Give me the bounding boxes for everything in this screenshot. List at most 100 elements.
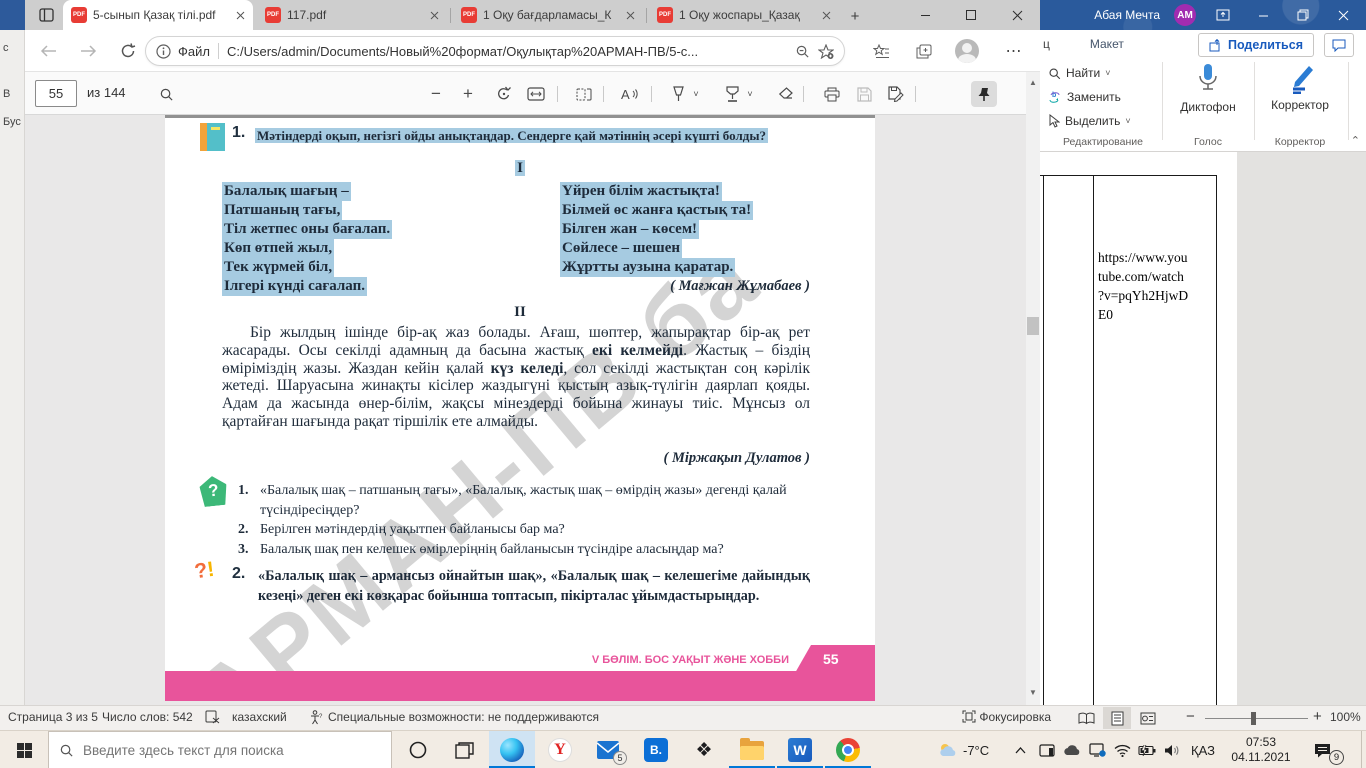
- show-desktop-button[interactable]: [1361, 731, 1366, 768]
- tray-wifi-icon[interactable]: [1111, 731, 1133, 768]
- proofing-error-icon[interactable]: [205, 710, 220, 724]
- select-button[interactable]: Выделить ˅: [1048, 114, 1131, 128]
- collapse-ribbon-button[interactable]: ⌃: [1351, 134, 1360, 147]
- settings-menu-button[interactable]: ⋯: [1000, 38, 1028, 64]
- search-input[interactable]: [83, 742, 363, 758]
- dictate-button[interactable]: Диктофон: [1166, 62, 1250, 136]
- highlight-options-chevron[interactable]: ˅: [742, 81, 758, 107]
- pdf-zoom-in-button[interactable]: +: [455, 81, 481, 107]
- tray-tablet-icon[interactable]: [1036, 731, 1058, 768]
- read-aloud-button[interactable]: A: [617, 81, 643, 107]
- clock[interactable]: 07:53 04.11.2021: [1226, 735, 1296, 765]
- start-button[interactable]: [0, 731, 48, 768]
- page-number-input[interactable]: [35, 80, 77, 107]
- status-language[interactable]: казахский: [232, 710, 287, 724]
- page-view-button[interactable]: [571, 81, 597, 107]
- tab[interactable]: PDF 117.pdf: [257, 0, 447, 30]
- find-button[interactable]: Найти ˅: [1048, 66, 1111, 80]
- refresh-button[interactable]: [115, 39, 141, 63]
- ribbon-display-options-button[interactable]: [1210, 4, 1236, 26]
- collections-button[interactable]: [910, 38, 938, 64]
- tab-close-icon[interactable]: [822, 11, 831, 20]
- profile-avatar[interactable]: [953, 38, 981, 64]
- rotate-button[interactable]: [491, 81, 517, 107]
- comments-button[interactable]: [1324, 33, 1354, 57]
- tab-active[interactable]: PDF 5-сынып Қазақ тілі.pdf: [63, 0, 253, 30]
- print-layout-button[interactable]: [1103, 707, 1131, 729]
- tab-actions-menu-button[interactable]: [33, 4, 59, 26]
- taskbar-yandex[interactable]: Y: [537, 731, 583, 768]
- info-icon[interactable]: [156, 43, 171, 59]
- address-scheme-label[interactable]: Файл: [178, 44, 210, 59]
- word-avatar[interactable]: AM: [1174, 4, 1196, 26]
- action-center-button[interactable]: 9: [1308, 731, 1344, 768]
- zoom-indicator-icon[interactable]: [795, 44, 810, 59]
- tab-close-icon[interactable]: [626, 11, 635, 20]
- task-view-button[interactable]: [441, 731, 487, 768]
- print-button[interactable]: [819, 81, 845, 107]
- draw-options-chevron[interactable]: ˅: [688, 81, 704, 107]
- status-page-info[interactable]: Страница 3 из 5: [8, 710, 98, 724]
- taskbar-dropbox[interactable]: ❖: [681, 731, 727, 768]
- word-document-page[interactable]: [1040, 152, 1237, 705]
- taskbar-chrome[interactable]: [825, 731, 871, 768]
- fit-to-width-button[interactable]: [523, 81, 549, 107]
- editor-button[interactable]: Корректор: [1258, 62, 1342, 136]
- word-close-button[interactable]: [1330, 4, 1356, 26]
- read-mode-button[interactable]: [1072, 707, 1100, 729]
- tray-expand-button[interactable]: [1010, 731, 1030, 768]
- scroll-up-icon[interactable]: ▲: [1026, 78, 1040, 87]
- add-favorite-icon[interactable]: [818, 43, 834, 59]
- edge-close-button[interactable]: [994, 0, 1040, 30]
- tray-display-icon[interactable]: [1086, 731, 1108, 768]
- web-layout-button[interactable]: [1134, 707, 1162, 729]
- word-minimize-button[interactable]: [1250, 4, 1276, 26]
- status-word-count[interactable]: Число слов: 542: [102, 710, 193, 724]
- zoom-slider-track[interactable]: [1205, 718, 1308, 719]
- share-button[interactable]: Поделиться: [1197, 33, 1314, 57]
- taskbar-explorer[interactable]: [729, 731, 775, 768]
- edge-minimize-button[interactable]: [902, 0, 948, 30]
- replace-button[interactable]: b Заменить: [1048, 90, 1121, 104]
- favorites-button[interactable]: [867, 38, 895, 64]
- new-tab-button[interactable]: +: [843, 5, 867, 27]
- focus-mode-button[interactable]: Фокусировка: [962, 710, 1051, 724]
- taskbar-word[interactable]: W: [777, 731, 823, 768]
- zoom-slider-thumb[interactable]: [1251, 712, 1256, 725]
- taskbar-edge[interactable]: [489, 731, 535, 768]
- language-indicator[interactable]: ҚАЗ: [1186, 731, 1220, 768]
- forward-button[interactable]: [75, 39, 101, 63]
- zoom-out-button[interactable]: −: [1186, 708, 1195, 725]
- cortana-button[interactable]: [395, 731, 441, 768]
- pdf-scrollbar[interactable]: ▲ ▼: [1026, 72, 1040, 705]
- tab-close-icon[interactable]: [430, 11, 439, 20]
- weather-widget[interactable]: -7°C: [938, 731, 989, 768]
- address-bar[interactable]: Файл C:/Users/admin/Documents/Новый%20фо…: [145, 36, 845, 66]
- back-button[interactable]: [35, 39, 61, 63]
- erase-button[interactable]: [773, 81, 799, 107]
- pdf-viewer[interactable]: АРМАН-ПВ ба 1. Мәтіндерді оқып, негізгі …: [25, 115, 1026, 705]
- tab[interactable]: PDF 1 Оқу жоспары_Қазақ: [649, 0, 839, 30]
- taskbar-mail[interactable]: 5: [585, 731, 631, 768]
- taskbar-vk[interactable]: B.: [633, 731, 679, 768]
- tab-layout[interactable]: Макет: [1090, 37, 1124, 51]
- scrollbar-thumb[interactable]: [1027, 317, 1039, 335]
- ribbon-tab-partial[interactable]: ц: [1043, 37, 1050, 51]
- tray-battery-icon[interactable]: [1136, 731, 1158, 768]
- status-accessibility[interactable]: Специальные возможности: не поддерживают…: [328, 710, 599, 724]
- address-url[interactable]: C:/Users/admin/Documents/Новый%20формат/…: [227, 44, 787, 59]
- tray-volume-icon[interactable]: [1161, 731, 1183, 768]
- scroll-down-icon[interactable]: ▼: [1026, 688, 1040, 697]
- pin-toolbar-button[interactable]: [971, 81, 997, 107]
- edge-maximize-button[interactable]: [948, 0, 994, 30]
- zoom-in-button[interactable]: +: [1313, 708, 1322, 725]
- pdf-zoom-out-button[interactable]: −: [423, 81, 449, 107]
- tab[interactable]: PDF 1 Оқу бағдарламасы_К: [453, 0, 643, 30]
- word-restore-button[interactable]: [1290, 4, 1316, 26]
- tray-onedrive-icon[interactable]: [1061, 731, 1083, 768]
- pdf-search-button[interactable]: [153, 81, 179, 107]
- save-as-button[interactable]: [883, 81, 909, 107]
- zoom-percent[interactable]: 100%: [1330, 710, 1361, 724]
- tab-close-icon[interactable]: [236, 11, 245, 20]
- taskbar-search[interactable]: [48, 731, 392, 768]
